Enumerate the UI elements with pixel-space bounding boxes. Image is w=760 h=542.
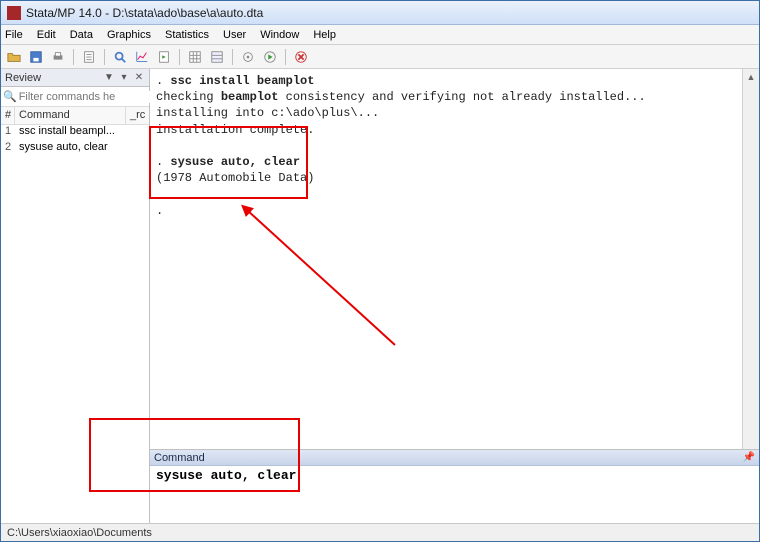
- close-icon[interactable]: ✕: [133, 72, 145, 84]
- menu-statistics[interactable]: Statistics: [165, 29, 209, 41]
- output-text: beamplot: [221, 90, 279, 104]
- window-title: Stata/MP 14.0 - D:\stata\ado\base\a\auto…: [26, 6, 263, 20]
- toolbar-sep: [179, 49, 180, 65]
- filter-icon[interactable]: ▼: [103, 72, 115, 84]
- review-row[interactable]: 1 ssc install beampl...: [1, 125, 149, 141]
- row-num: 1: [1, 125, 15, 141]
- review-title: Review: [5, 72, 41, 84]
- review-pane: Review ▼ ▾ ✕ 🔍 i # Command _rc 1: [1, 69, 150, 523]
- toolbar-sep: [232, 49, 233, 65]
- results-scrollbar[interactable]: ▲: [742, 69, 759, 449]
- log-icon[interactable]: [80, 48, 98, 66]
- print-icon[interactable]: [49, 48, 67, 66]
- data-editor-icon[interactable]: [186, 48, 204, 66]
- menu-edit[interactable]: Edit: [37, 29, 56, 41]
- cmd-text: sysuse auto, clear: [170, 155, 300, 169]
- output-text: consistency and verifying not already in…: [278, 90, 645, 104]
- app-icon: [7, 6, 21, 20]
- command-title: Command: [154, 452, 205, 464]
- output-text: checking: [156, 90, 221, 104]
- toolbar-sep: [104, 49, 105, 65]
- filter-input[interactable]: [19, 91, 161, 103]
- output-text: installation complete.: [156, 123, 314, 137]
- do-file-icon[interactable]: [155, 48, 173, 66]
- command-text: sysuse auto, clear: [156, 468, 296, 483]
- review-row[interactable]: 2 sysuse auto, clear: [1, 141, 149, 157]
- row-num: 2: [1, 141, 15, 157]
- col-command[interactable]: Command: [15, 107, 125, 124]
- col-rc[interactable]: _rc: [125, 107, 149, 124]
- status-bar: C:\Users\xiaoxiao\Documents: [1, 523, 759, 541]
- app-window: Stata/MP 14.0 - D:\stata\ado\base\a\auto…: [0, 0, 760, 542]
- menu-data[interactable]: Data: [70, 29, 93, 41]
- row-cmd: ssc install beampl...: [15, 125, 149, 141]
- toolbar-sep: [285, 49, 286, 65]
- graph-icon[interactable]: [133, 48, 151, 66]
- save-icon[interactable]: [27, 48, 45, 66]
- prompt: .: [156, 155, 170, 169]
- menu-window[interactable]: Window: [260, 29, 299, 41]
- toolbar: [1, 45, 759, 69]
- col-num[interactable]: #: [1, 107, 15, 124]
- results-pane[interactable]: . ssc install beamplot checking beamplot…: [150, 69, 742, 449]
- viewer-icon[interactable]: [111, 48, 129, 66]
- pin-icon[interactable]: ▾: [118, 72, 130, 84]
- review-columns: # Command _rc: [1, 107, 149, 125]
- prompt: .: [156, 204, 163, 218]
- cmd-text: ssc install beamplot: [170, 74, 314, 88]
- review-header: Review ▼ ▾ ✕: [1, 69, 149, 87]
- main-area: . ssc install beamplot checking beamplot…: [150, 69, 759, 523]
- title-bar: Stata/MP 14.0 - D:\stata\ado\base\a\auto…: [1, 1, 759, 25]
- menu-help[interactable]: Help: [313, 29, 336, 41]
- break-icon[interactable]: [292, 48, 310, 66]
- row-cmd: sysuse auto, clear: [15, 141, 149, 157]
- review-list: 1 ssc install beampl... 2 sysuse auto, c…: [1, 125, 149, 523]
- output-text: (1978 Automobile Data): [156, 171, 314, 185]
- continue-icon[interactable]: [261, 48, 279, 66]
- menu-user[interactable]: User: [223, 29, 246, 41]
- menu-graphics[interactable]: Graphics: [107, 29, 151, 41]
- results-wrap: . ssc install beamplot checking beamplot…: [150, 69, 759, 449]
- command-header: Command 📌: [150, 450, 759, 466]
- scroll-up-icon[interactable]: ▲: [743, 69, 759, 85]
- menu-bar: File Edit Data Graphics Statistics User …: [1, 25, 759, 45]
- command-input[interactable]: sysuse auto, clear: [150, 466, 759, 523]
- search-icon: 🔍: [3, 90, 17, 104]
- open-icon[interactable]: [5, 48, 23, 66]
- command-pane: Command 📌 sysuse auto, clear: [150, 449, 759, 523]
- pin-icon[interactable]: 📌: [743, 452, 755, 463]
- menu-file[interactable]: File: [5, 29, 23, 41]
- status-text: C:\Users\xiaoxiao\Documents: [7, 527, 152, 539]
- prompt: .: [156, 74, 170, 88]
- filter-row: 🔍 i: [1, 87, 149, 107]
- data-browser-icon[interactable]: [208, 48, 226, 66]
- main-body: Review ▼ ▾ ✕ 🔍 i # Command _rc 1: [1, 69, 759, 523]
- output-text: installing into c:\ado\plus\...: [156, 106, 379, 120]
- toolbar-sep: [73, 49, 74, 65]
- variables-icon[interactable]: [239, 48, 257, 66]
